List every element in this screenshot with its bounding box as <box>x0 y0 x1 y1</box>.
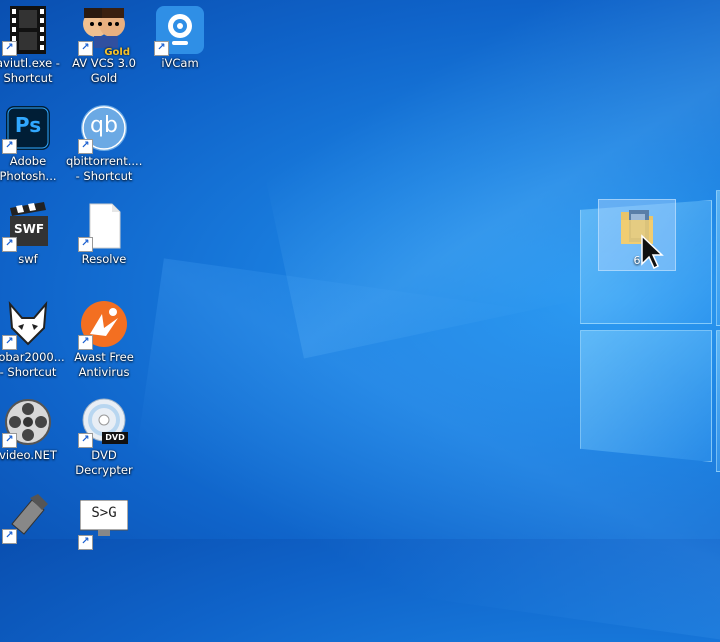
icon-label: aviutl.exe - Shortcut <box>0 56 60 85</box>
film-strip-icon: ↗ <box>2 6 52 56</box>
desktop-icon-dvd-decrypter[interactable]: DVD ↗ DVD Decrypter <box>66 398 142 478</box>
desktop-icon-tool[interactable]: ↗ <box>0 494 66 544</box>
shortcut-arrow-icon: ↗ <box>2 335 17 350</box>
shortcut-arrow-icon: ↗ <box>78 535 93 550</box>
shortcut-arrow-icon: ↗ <box>2 41 17 56</box>
shortcut-arrow-icon: ↗ <box>78 433 93 448</box>
ps-badge: Ps <box>14 113 42 137</box>
shortcut-arrow-icon: ↗ <box>78 237 93 252</box>
desktop-icon-photoshop[interactable]: Ps ↗ Adobe Photosh... <box>0 104 66 184</box>
shortcut-arrow-icon: ↗ <box>154 41 169 56</box>
icon-label: AV VCS 3.0 Gold <box>72 56 136 85</box>
webcam-icon: ↗ <box>154 6 204 56</box>
desktop-icon-avast[interactable]: ↗ Avast Free Antivirus <box>66 300 142 380</box>
icon-label: Resolve <box>81 252 127 266</box>
icon-label: Adobe Photosh... <box>0 154 57 183</box>
swf-badge: SWF <box>13 222 45 236</box>
shortcut-arrow-icon: ↗ <box>78 335 93 350</box>
tool-icon: ↗ <box>2 494 52 544</box>
s-g-badge: S>G <box>91 505 117 521</box>
document-icon: ↗ <box>78 202 128 252</box>
desktop-icon-resolve[interactable]: ↗ Resolve <box>66 202 142 267</box>
icon-label: video.NET <box>0 448 57 462</box>
icon-label: Avast Free Antivirus <box>74 350 134 379</box>
dvd-icon: DVD ↗ <box>78 398 128 448</box>
avast-icon: ↗ <box>78 300 128 350</box>
shortcut-arrow-icon: ↗ <box>78 139 93 154</box>
shortcut-arrow-icon: ↗ <box>2 433 17 448</box>
desktop-icon-s-g[interactable]: S>G ↗ <box>66 499 142 550</box>
desktop-icon-aviutl[interactable]: ↗ aviutl.exe - Shortcut <box>0 6 66 86</box>
desktop-icon-av-vcs[interactable]: Gold ↗ AV VCS 3.0 Gold <box>66 6 142 86</box>
shortcut-arrow-icon: ↗ <box>2 139 17 154</box>
gold-badge: Gold <box>104 47 130 58</box>
icon-label: qbittorrent.... - Shortcut <box>66 154 143 183</box>
foobar-fox-icon: ↗ <box>2 300 52 350</box>
desktop-icon-qbittorrent[interactable]: qb ↗ qbittorrent.... - Shortcut <box>66 104 142 184</box>
mouse-cursor-icon <box>640 234 666 274</box>
av-vcs-icon: Gold ↗ <box>78 6 130 58</box>
icon-label: swf <box>18 252 38 266</box>
desktop-icon-foobar2000[interactable]: ↗ oobar2000... - Shortcut <box>0 300 66 380</box>
shortcut-arrow-icon: ↗ <box>2 529 17 544</box>
desktop-icon-ivcam[interactable]: ↗ iVCam <box>142 6 218 71</box>
photoshop-icon: Ps ↗ <box>2 104 52 154</box>
s-g-monitor-icon: S>G ↗ <box>78 499 129 550</box>
film-reel-icon: ↗ <box>2 398 52 448</box>
shortcut-arrow-icon: ↗ <box>2 237 17 252</box>
qb-badge: qb <box>90 113 118 138</box>
icon-label: DVD Decrypter <box>75 448 133 477</box>
icon-label: iVCam <box>161 56 199 70</box>
icon-label: oobar2000... - Shortcut <box>0 350 65 379</box>
dvd-badge: DVD <box>105 433 125 442</box>
desktop-icon-video-net[interactable]: ↗ video.NET <box>0 398 66 463</box>
qbittorrent-icon: qb ↗ <box>78 104 128 154</box>
shortcut-arrow-icon: ↗ <box>78 41 93 56</box>
swf-clapper-icon: SWF ↗ <box>2 202 52 252</box>
desktop-icon-swf[interactable]: SWF ↗ swf <box>0 202 66 267</box>
